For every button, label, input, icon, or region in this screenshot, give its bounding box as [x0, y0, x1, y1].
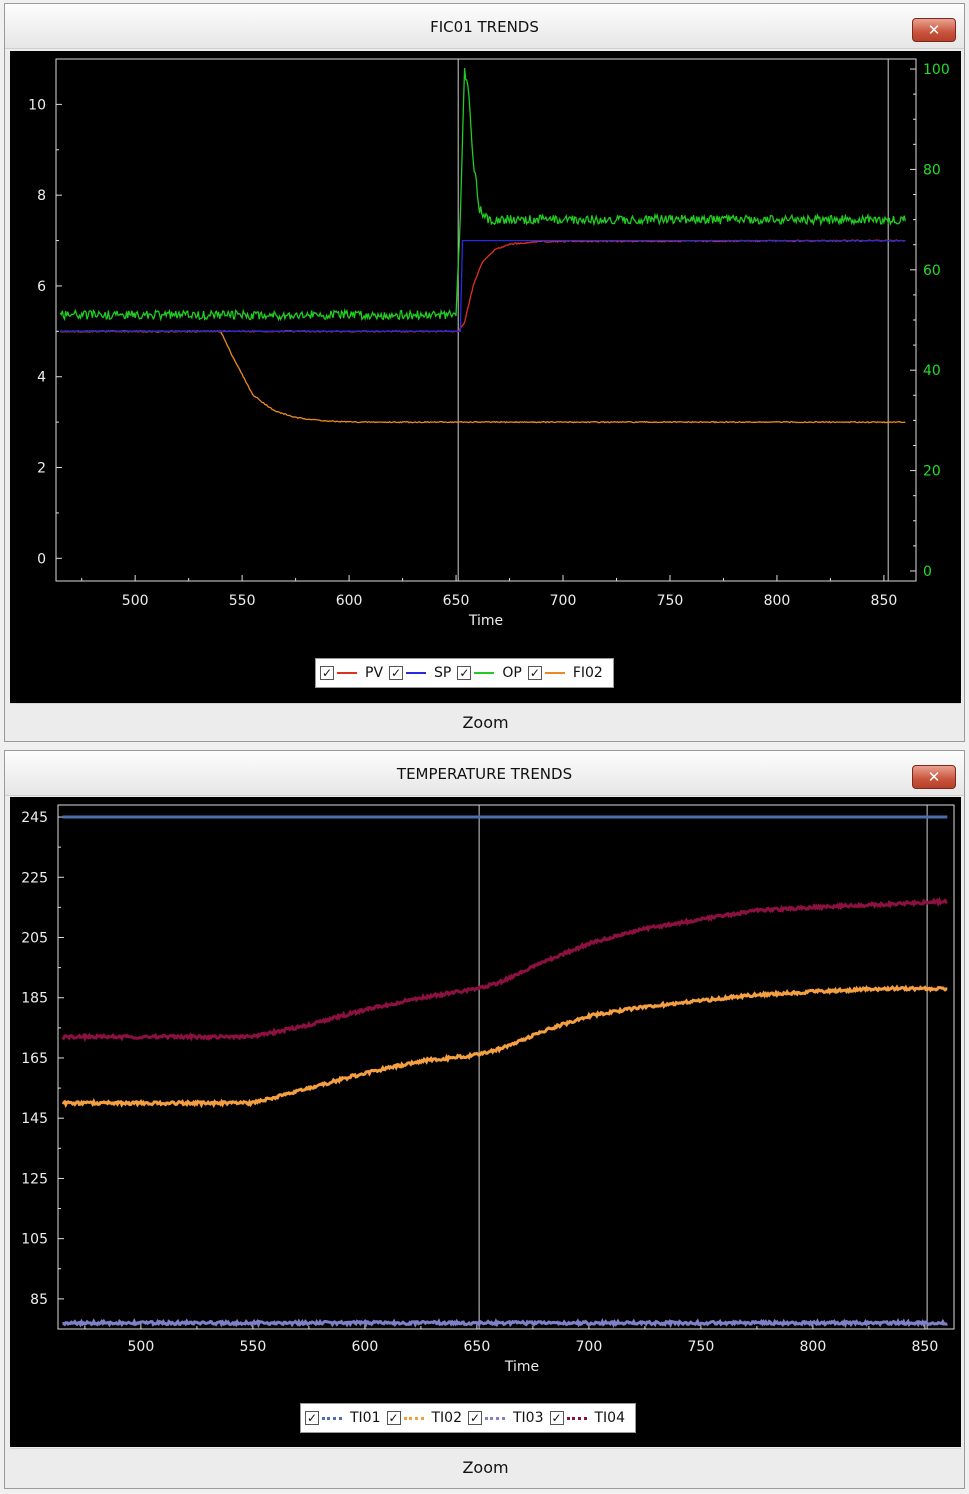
fic01-legend: ✓ PV ✓ SP ✓ OP ✓ FI02 [315, 658, 614, 688]
x-tick-label: 550 [240, 1339, 267, 1355]
legend-checkbox[interactable]: ✓ [457, 666, 472, 680]
series-ti03 [62, 1317, 948, 1329]
fic01-trends-window: FIC01 TRENDS ✕ 0 2 4 6 8 10 0 20 40 60 80 100 500 550… [4, 3, 965, 742]
legend-checkbox[interactable]: ✓ [468, 1411, 482, 1425]
x-tick-label: 550 [229, 593, 256, 609]
series-pv [60, 239, 906, 333]
legend-item-ti02[interactable]: ✓ TI02 [386, 1410, 463, 1426]
x-axis-label: Time [468, 613, 503, 629]
legend-checkbox[interactable]: ✓ [549, 1411, 564, 1425]
y-tick-label: 225 [21, 870, 48, 886]
y-tick-label: 0 [37, 551, 46, 567]
fic01-close-button[interactable]: ✕ [912, 18, 956, 42]
x-tick-label: 850 [871, 593, 898, 609]
fic01-zoom-button[interactable]: Zoom [10, 703, 961, 741]
temperature-trends-window: TEMPERATURE TRENDS ✕ 85 105 125 145 165 185 20… [4, 750, 965, 1489]
x-tick-label: 750 [688, 1339, 715, 1355]
legend-line-swatch [406, 672, 427, 674]
fic01-chart-svg: 0246810020406080100500 550 600 650 700 750 800… [28, 58, 950, 629]
legend-line-swatch [544, 672, 565, 674]
temperature-chart-svg: 85 105 125 145 165 185 205 225 245 500 550 600 650 70… [21, 804, 955, 1375]
series-ti02 [61, 984, 948, 1109]
legend-item-ti01[interactable]: ✓ TI01 [305, 1410, 381, 1426]
legend-checkbox[interactable]: ✓ [389, 666, 404, 680]
legend-item-pv[interactable]: ✓ PV [320, 665, 383, 681]
legend-line-swatch [485, 1416, 505, 1420]
y2-tick-label: 60 [923, 263, 941, 279]
close-icon: ✕ [927, 20, 941, 39]
legend-line-swatch [566, 1416, 587, 1420]
legend-checkbox[interactable]: ✓ [320, 666, 334, 680]
y-tick-label: 125 [21, 1171, 48, 1187]
legend-checkbox[interactable]: ✓ [527, 666, 542, 680]
series-ti04 [61, 896, 948, 1043]
legend-item-op[interactable]: ✓ OP [457, 665, 522, 681]
y-tick-label: 6 [37, 279, 46, 295]
y-tick-label: 2 [37, 461, 46, 477]
y2-tick-label: 80 [923, 162, 941, 178]
temperature-zoom-button[interactable]: Zoom [10, 1448, 961, 1486]
legend-item-sp[interactable]: ✓ SP [389, 665, 451, 681]
legend-label: SP [434, 665, 452, 681]
temperature-legend: ✓ TI01 ✓ TI02 ✓ TI03 ✓ TI04 [300, 1403, 636, 1433]
x-tick-label: 850 [912, 1339, 939, 1355]
plot-frame [55, 58, 917, 582]
legend-item-ti04[interactable]: ✓ TI04 [549, 1410, 626, 1426]
fic01-title: FIC01 TRENDS [430, 18, 539, 36]
legend-checkbox[interactable]: ✓ [305, 1411, 319, 1425]
legend-item-fi02[interactable]: ✓ FI02 [527, 665, 603, 681]
temperature-chart[interactable]: 85 105 125 145 165 185 205 225 245 500 550 600 650 70… [10, 797, 961, 1447]
x-tick-label: 600 [352, 1339, 379, 1355]
legend-label: TI02 [431, 1410, 463, 1426]
x-tick-label: 700 [550, 593, 577, 609]
y-tick-label: 165 [21, 1051, 48, 1067]
y2-tick-label: 20 [923, 464, 941, 480]
legend-checkbox[interactable]: ✓ [386, 1411, 401, 1425]
fic01-titlebar[interactable]: FIC01 TRENDS ✕ [5, 4, 964, 49]
legend-line-swatch [337, 672, 357, 674]
y-tick-label: 10 [28, 97, 46, 113]
x-tick-label: 500 [122, 593, 149, 609]
x-tick-label: 650 [464, 1339, 491, 1355]
y-tick-label: 8 [37, 188, 46, 204]
y-tick-label: 185 [21, 991, 48, 1007]
close-icon: ✕ [927, 767, 941, 786]
legend-label: TI04 [594, 1410, 626, 1426]
legend-label: OP [502, 665, 522, 681]
x-tick-label: 650 [443, 593, 470, 609]
series-sp [60, 239, 906, 332]
temperature-titlebar[interactable]: TEMPERATURE TRENDS ✕ [5, 751, 964, 796]
x-tick-label: 800 [800, 1339, 827, 1355]
legend-label: TI03 [513, 1410, 544, 1426]
y-tick-label: 205 [21, 931, 48, 947]
legend-label: PV [365, 665, 384, 681]
y2-tick-label: 100 [923, 62, 950, 78]
series-op [59, 68, 906, 322]
legend-line-swatch [403, 1416, 424, 1420]
legend-line-swatch [322, 1416, 342, 1420]
x-tick-label: 800 [764, 593, 791, 609]
x-tick-label: 500 [128, 1339, 155, 1355]
plot-frame [57, 804, 955, 1330]
y-tick-label: 245 [21, 810, 48, 826]
series-fi02 [60, 329, 906, 424]
x-tick-label: 700 [576, 1339, 603, 1355]
legend-item-ti03[interactable]: ✓ TI03 [468, 1410, 544, 1426]
y-tick-label: 145 [21, 1111, 48, 1127]
y-tick-label: 4 [37, 370, 46, 386]
fic01-chart[interactable]: 0 2 4 6 8 10 0 20 40 60 80 100 500 550 600 650 700 750 800… [10, 51, 961, 703]
temperature-close-button[interactable]: ✕ [912, 765, 956, 789]
temperature-title: TEMPERATURE TRENDS [396, 765, 573, 783]
y-tick-label: 105 [21, 1232, 48, 1248]
legend-label: TI01 [350, 1410, 381, 1426]
x-axis-label: Time [504, 1359, 539, 1375]
y2-tick-label: 0 [923, 564, 932, 580]
x-tick-label: 750 [657, 593, 684, 609]
x-tick-label: 600 [336, 593, 363, 609]
legend-label: FI02 [572, 665, 603, 681]
legend-line-swatch [474, 672, 495, 674]
y2-tick-label: 40 [923, 363, 941, 379]
y-tick-label: 85 [30, 1292, 48, 1308]
